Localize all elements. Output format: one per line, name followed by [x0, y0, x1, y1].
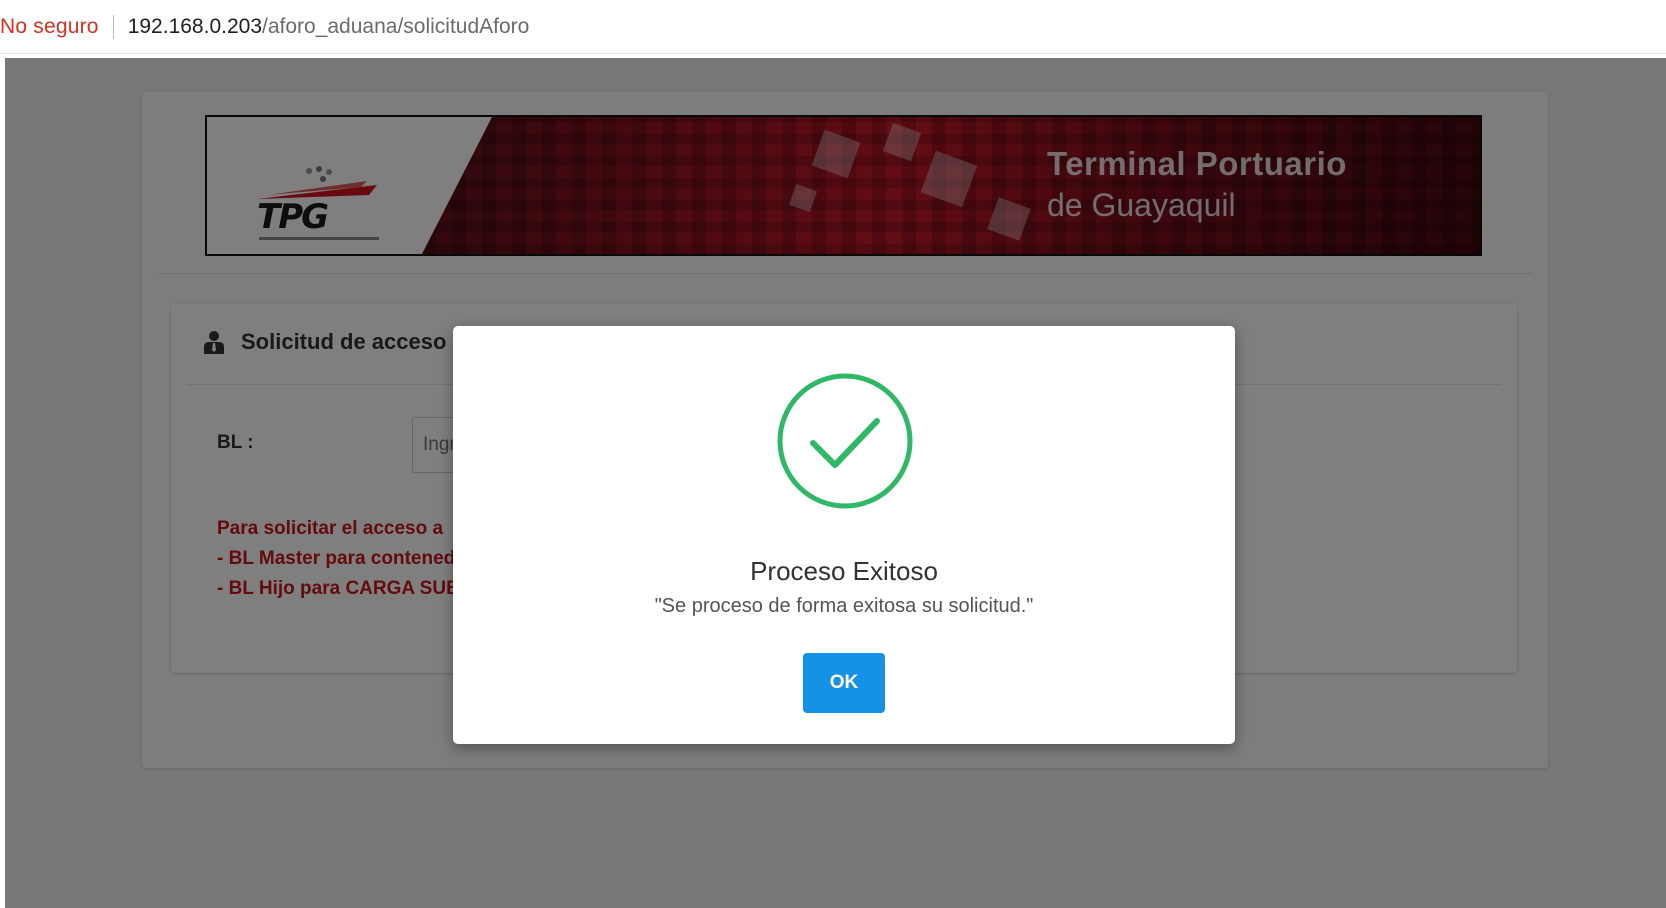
url-host: 192.168.0.203: [127, 14, 262, 38]
address-bar[interactable]: No seguro 192.168.0.203/aforo_aduana/sol…: [0, 0, 1666, 54]
dialog-title: Proceso Exitoso: [750, 556, 938, 586]
security-indicator[interactable]: No seguro: [0, 15, 99, 39]
url-path: /aforo_aduana/solicitudAforo: [262, 14, 530, 38]
check-circle-icon: [777, 373, 913, 509]
ok-button[interactable]: OK: [803, 653, 885, 713]
success-dialog: Proceso Exitoso "Se proceso de forma exi…: [453, 326, 1235, 744]
dialog-message: "Se proceso de forma exitosa su solicitu…: [654, 595, 1034, 617]
address-separator: [112, 14, 114, 39]
